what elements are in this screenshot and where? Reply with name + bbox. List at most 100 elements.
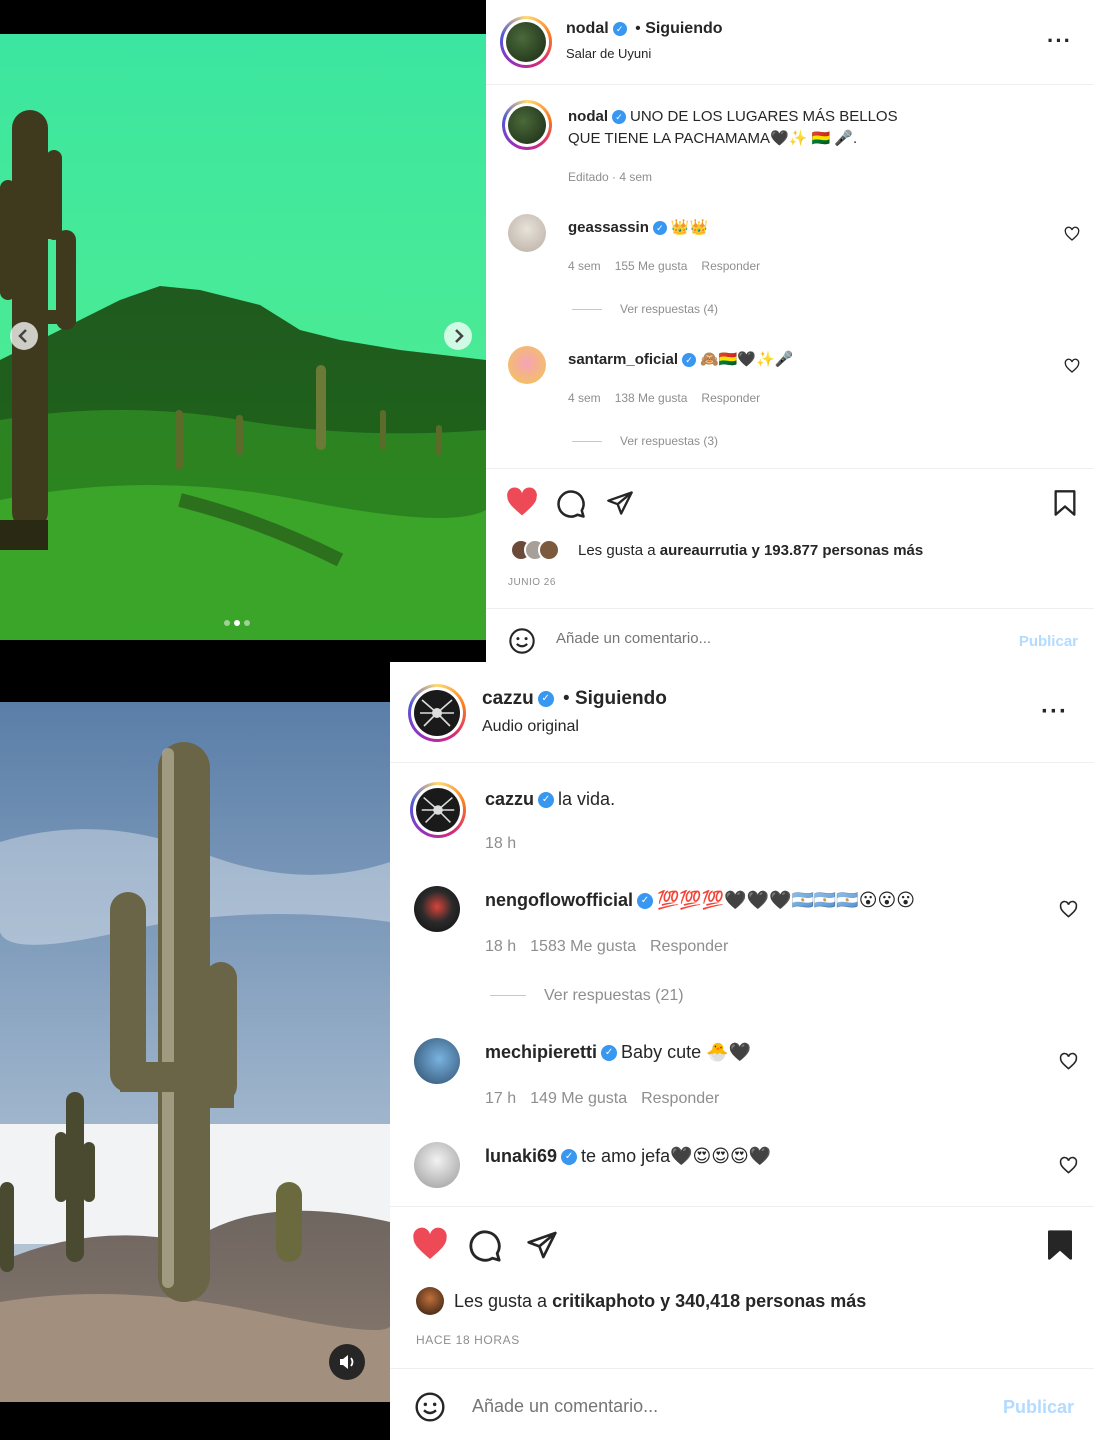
post-caption: cazzu ✓ la vida. [485,789,615,810]
likes-user[interactable]: critikaphoto [552,1291,655,1311]
avatar[interactable] [408,684,466,742]
comment-body: Baby cute 🐣🖤 [621,1042,751,1062]
comment-username[interactable]: lunaki69 [485,1146,557,1166]
avatar[interactable] [414,1038,460,1084]
add-comment-bar: Publicar [390,1368,1094,1441]
view-replies-label: Ver respuestas (3) [620,434,719,448]
comment-button[interactable] [468,1229,502,1263]
comment-time[interactable]: 4 sem [568,259,601,273]
comment-like-button[interactable] [1059,1052,1078,1071]
reply-button[interactable]: Responder [650,938,728,955]
publish-button[interactable]: Publicar [1019,633,1078,650]
comment-likes[interactable]: 138 Me gusta [615,391,688,405]
heart-icon [1059,1156,1078,1174]
comment-text: nengoflowofficial ✓ 💯💯💯🖤🖤🖤🇦🇷🇦🇷🇦🇷😮😮😮 [485,890,915,911]
liker-avatar[interactable] [416,1287,444,1315]
likes-user[interactable]: aureaurrutia [660,542,748,559]
post-date: HACE 18 HORAS [416,1333,520,1347]
follow-status[interactable]: Siguiendo [575,688,667,709]
emoji-icon [509,628,535,654]
likes-suffix[interactable]: y 193.877 personas más [747,542,923,559]
comment-meta: 4 sem 138 Me gusta Responder [568,391,774,405]
comment-input[interactable] [554,629,978,648]
post-caption: nodal ✓ UNO DE LOS LUGARES MÁS BELLOS QUE … [568,106,988,150]
share-button[interactable] [606,489,634,517]
comment-likes[interactable]: 149 Me gusta [530,1090,627,1107]
reply-button[interactable]: Responder [701,259,760,273]
view-replies-button[interactable]: Ver respuestas (4) [572,302,718,316]
more-options-icon[interactable]: ··· [1047,28,1072,54]
comment-like-button[interactable] [1059,900,1078,919]
carousel-prev-button[interactable] [10,322,38,350]
verified-badge-icon: ✓ [612,21,627,36]
comment-like-button[interactable] [1064,226,1080,242]
like-button[interactable] [412,1227,448,1261]
avatar[interactable] [508,346,546,384]
comment-likes[interactable]: 155 Me gusta [615,259,688,273]
heart-icon [1064,226,1080,241]
replies-divider [572,441,602,443]
caption-username[interactable]: cazzu [485,789,534,809]
view-replies-button[interactable]: Ver respuestas (3) [572,434,718,448]
avatar[interactable] [410,782,466,838]
comment-like-button[interactable] [1064,358,1080,374]
likes-summary: Les gusta a aureaurrutia y 193.877 perso… [578,542,923,559]
comment-likes[interactable]: 1583 Me gusta [530,938,636,955]
save-button[interactable] [1052,489,1078,517]
comment-input[interactable] [470,1395,954,1418]
verified-badge-icon: ✓ [612,110,626,125]
post-subtitle[interactable]: Audio original [482,718,579,736]
post-username[interactable]: nodal [566,20,609,37]
reply-button[interactable]: Responder [701,391,760,405]
avatar[interactable] [502,100,552,150]
comment-body: 🙈🇧🇴🖤✨🎤 [700,351,794,368]
post2-panel: cazzu ✓ • Siguiendo Audio original ··· ca… [390,662,1094,1440]
comment-text: mechipieretti ✓ Baby cute 🐣🖤 [485,1042,751,1063]
comment-meta: 4 sem 155 Me gusta Responder [568,259,774,273]
chevron-right-icon [455,329,464,343]
post-location[interactable]: Salar de Uyuni [566,46,651,61]
post2-actions: Les gusta a critikaphoto y 340,418 perso… [390,1206,1094,1369]
likes-prefix: Les gusta a [578,542,660,559]
comment-username[interactable]: geassassin [568,219,649,236]
share-button[interactable] [526,1229,558,1261]
view-replies-button[interactable]: Ver respuestas (21) [490,987,684,1005]
comment-time[interactable]: 17 h [485,1090,516,1107]
comment-username[interactable]: nengoflowofficial [485,890,633,910]
emoji-button[interactable] [508,627,536,655]
reply-button[interactable]: Responder [641,1090,719,1107]
post-username[interactable]: cazzu [482,688,534,709]
heart-icon [413,1227,447,1259]
comment-like-button[interactable] [1059,1156,1078,1175]
more-options-icon[interactable]: ··· [1041,698,1068,726]
avatar[interactable] [414,886,460,932]
avatar[interactable] [508,214,546,252]
post2-header: cazzu ✓ • Siguiendo Audio original ··· [390,662,1094,763]
save-button[interactable] [1046,1229,1074,1261]
heart-icon [507,487,537,516]
add-comment-bar: Publicar [486,608,1094,663]
audio-toggle-button[interactable] [329,1344,365,1380]
carousel-next-button[interactable] [444,322,472,350]
likers-avatars[interactable] [510,539,570,561]
comment-body: 👑👑 [670,219,709,236]
comment-time[interactable]: 18 h [485,938,516,955]
emoji-button[interactable] [414,1391,446,1423]
heart-icon [1064,358,1080,373]
comment-username[interactable]: santarm_oficial [568,351,678,368]
avatar[interactable] [414,1142,460,1188]
follow-status[interactable]: Siguiendo [645,20,722,37]
bookmark-icon [1054,490,1076,516]
publish-button[interactable]: Publicar [1003,1397,1074,1418]
comment-button[interactable] [556,489,586,519]
comment-icon [469,1230,501,1262]
like-button[interactable] [506,487,538,517]
comment-body: 💯💯💯🖤🖤🖤🇦🇷🇦🇷🇦🇷😮😮😮 [657,890,916,910]
comment-time[interactable]: 4 sem [568,391,601,405]
caption-username[interactable]: nodal [568,108,608,125]
caption-line1: UNO DE LOS LUGARES MÁS BELLOS [630,108,898,125]
avatar[interactable] [500,16,552,68]
likes-suffix[interactable]: y 340,418 personas más [655,1291,866,1311]
chevron-left-icon [18,329,27,343]
comment-username[interactable]: mechipieretti [485,1042,597,1062]
